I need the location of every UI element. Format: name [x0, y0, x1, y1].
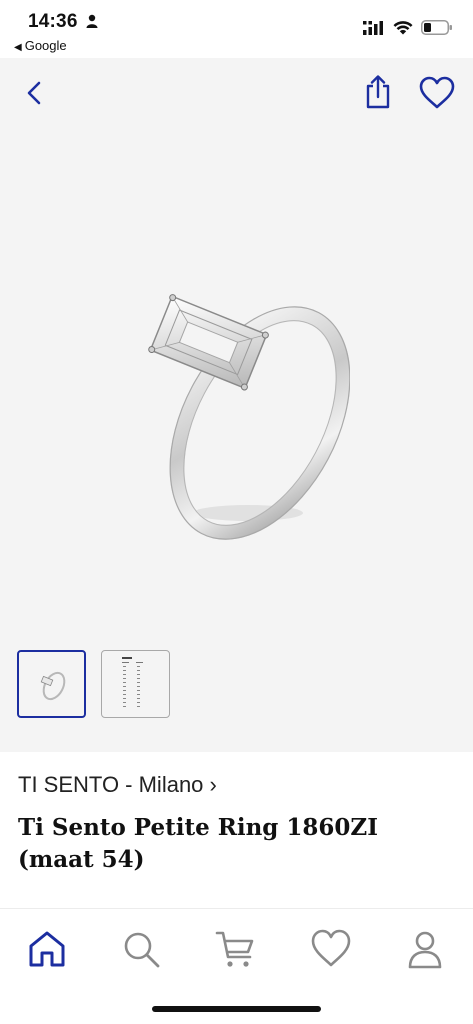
ring-thumbnail[interactable]: [17, 650, 86, 718]
status-icons: [363, 20, 453, 35]
wifi-icon: [393, 20, 413, 34]
home-indicator: [152, 1006, 321, 1012]
status-time: 14:36: [28, 11, 78, 32]
product-title-line2: (maat 54): [18, 846, 145, 873]
size-chart-thumbnail[interactable]: [101, 650, 170, 718]
size-chart-thumbnail-image: [122, 657, 143, 707]
person-icon: [86, 14, 98, 28]
share-icon[interactable]: [362, 74, 394, 110]
product-gallery[interactable]: [0, 58, 473, 752]
back-to-app-link[interactable]: ◀ Google: [14, 38, 67, 53]
product-title-line1: Ti Sento Petite Ring 1860ZI: [18, 814, 378, 841]
battery-icon: [421, 20, 452, 35]
chevron-left-icon[interactable]: [20, 78, 50, 108]
ring-thumbnail-image: [40, 671, 66, 701]
product-title: Ti Sento Petite Ring 1860ZI (maat 54): [18, 812, 458, 876]
ring-product-image[interactable]: [130, 263, 350, 543]
heart-icon[interactable]: [418, 76, 456, 110]
back-triangle-icon: ◀: [14, 42, 22, 53]
home-icon[interactable]: [25, 927, 69, 971]
cellular-signal-icon: [363, 20, 383, 35]
status-bar: 14:36 ◀ Google: [0, 0, 473, 58]
profile-icon[interactable]: [403, 927, 447, 971]
back-app-label: Google: [24, 38, 67, 53]
chevron-right-icon: ›: [209, 772, 217, 797]
search-icon[interactable]: [119, 927, 163, 971]
brand-link-label: TI SENTO - Milano: [18, 772, 204, 797]
cart-icon[interactable]: [214, 927, 258, 971]
heart-icon[interactable]: [309, 927, 353, 971]
brand-link[interactable]: TI SENTO - Milano ›: [18, 772, 217, 798]
tab-bar: [0, 908, 473, 1024]
